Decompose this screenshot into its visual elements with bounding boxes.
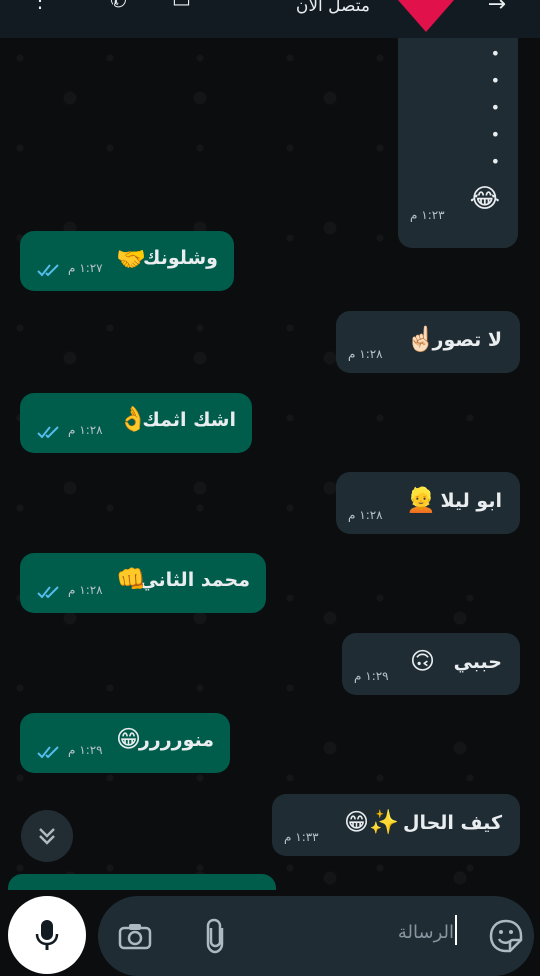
message-incoming[interactable]: ابو ليلا 👱 ١:٢٨ م xyxy=(336,472,520,534)
message-input-placeholder: الرسالة xyxy=(397,922,454,943)
chat-area[interactable]: • • • • • 😂 ١:٢٣ م وشلونك 🤝 ١:٢٧ م لا تصور ☝… xyxy=(0,38,540,890)
message-incoming[interactable]: حببي 🙃 ١:٢٩ م xyxy=(342,633,520,695)
read-ticks-icon xyxy=(37,426,59,439)
message-text: ابو ليلا xyxy=(440,490,503,512)
message-text: لا تصور xyxy=(432,329,502,351)
message-dots: • • • • • xyxy=(490,44,500,171)
emoji: 😂 xyxy=(469,184,500,214)
voice-record-button[interactable] xyxy=(8,896,86,974)
emoji-sticker-icon[interactable] xyxy=(488,918,524,958)
message-time: ١:٢٧ م xyxy=(68,261,103,275)
back-arrow-icon[interactable]: → xyxy=(488,0,506,17)
message-outgoing[interactable]: وشلونك 🤝 ١:٢٧ م xyxy=(20,231,234,291)
call-icon[interactable]: ✆ xyxy=(110,0,127,12)
message-text: اشك اثمك xyxy=(142,409,236,431)
contact-status: متصل الآن xyxy=(295,0,370,16)
contact-avatar-heart-icon[interactable] xyxy=(390,0,462,34)
message-input[interactable] xyxy=(98,896,534,976)
message-time: ١:٢٨ م xyxy=(348,347,383,361)
message-time: ١:٢٨ م xyxy=(68,583,103,597)
message-text: وشلونك xyxy=(143,247,218,269)
emoji: 😁✨ xyxy=(344,808,399,836)
message-outgoing[interactable]: محمد الثاني 👊 ١:٢٨ م xyxy=(20,553,266,613)
double-chevron-down-icon xyxy=(39,828,55,845)
camera-icon[interactable] xyxy=(118,922,152,954)
attachment-icon[interactable] xyxy=(202,918,228,958)
message-time: ١:٢٣ م xyxy=(410,208,445,222)
message-time: ١:٢٨ م xyxy=(68,423,103,437)
emoji: 👊 xyxy=(116,565,146,593)
more-options-icon[interactable]: ⋮ xyxy=(30,0,50,12)
emoji: 😁 xyxy=(116,725,142,753)
message-outgoing[interactable]: اشك اثمك 👌 ١:٢٨ م xyxy=(20,393,252,453)
video-call-icon[interactable]: ▭ xyxy=(172,0,191,12)
message-time: ١:٣٣ م xyxy=(284,830,319,844)
message-text: حببي xyxy=(453,651,502,673)
message-text: محمد الثاني xyxy=(139,569,250,591)
emoji: 🤝 xyxy=(116,245,146,273)
scroll-to-bottom-button[interactable] xyxy=(21,810,73,862)
message-incoming[interactable]: كيف الحال 😁✨ ١:٣٣ م xyxy=(272,794,520,856)
emoji: 🙃 xyxy=(410,647,436,675)
message-text: منورررر xyxy=(138,729,214,751)
microphone-icon xyxy=(35,920,59,950)
message-text: كيف الحال xyxy=(402,812,502,834)
message-outgoing-partial[interactable] xyxy=(8,874,276,890)
read-ticks-icon xyxy=(37,264,59,277)
message-time: ١:٢٨ م xyxy=(348,508,383,522)
emoji: 👌 xyxy=(118,405,148,433)
message-time: ١:٢٩ م xyxy=(354,669,389,683)
message-time: ١:٢٩ م xyxy=(68,743,103,757)
read-ticks-icon xyxy=(37,746,59,759)
message-incoming[interactable]: • • • • • 😂 ١:٢٣ م xyxy=(398,38,518,248)
text-caret xyxy=(455,915,457,945)
chat-header: ⋮ ✆ ▭ متصل الآن → xyxy=(0,0,540,38)
message-outgoing[interactable]: منورررر 😁 ١:٢٩ م xyxy=(20,713,230,773)
emoji: 👱 xyxy=(406,486,436,514)
message-incoming[interactable]: لا تصور ☝🏻 ١:٢٨ م xyxy=(336,311,520,373)
emoji: ☝🏻 xyxy=(406,325,436,353)
read-ticks-icon xyxy=(37,586,59,599)
